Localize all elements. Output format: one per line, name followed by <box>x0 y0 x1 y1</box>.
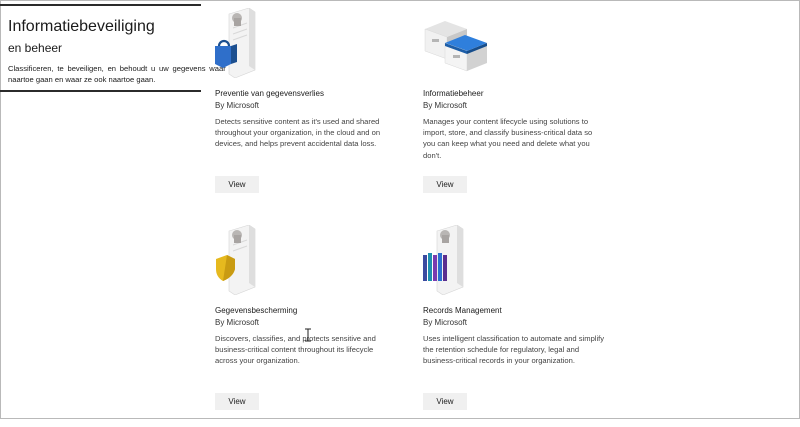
card-title[interactable]: Informatiebeheer <box>423 89 483 98</box>
card-publisher: By Microsoft <box>423 318 468 327</box>
card-records-management: Records Management By Microsoft Uses int… <box>423 217 613 427</box>
card-title[interactable]: Gegevensbescherming <box>215 306 297 315</box>
panel-title: Informatiebeveiliging <box>8 18 155 35</box>
card-publisher: By Microsoft <box>215 318 260 327</box>
view-button[interactable]: View <box>215 176 259 193</box>
card-data-loss-prevention: Preventie van gegevensverlies By Microso… <box>215 0 405 210</box>
document-binders-icon <box>423 225 464 295</box>
card-publisher: By Microsoft <box>215 101 260 110</box>
card-publisher: By Microsoft <box>423 101 468 110</box>
card-title[interactable]: Records Management <box>423 306 502 315</box>
text-cursor-icon <box>305 328 311 342</box>
view-button[interactable]: View <box>423 176 467 193</box>
archive-boxes-icon <box>424 21 487 72</box>
panel-bottom-rule <box>0 90 201 92</box>
card-title[interactable]: Preventie van gegevensverlies <box>215 89 324 98</box>
card-description: Uses intelligent classification to autom… <box>423 334 605 366</box>
card-description: Detects sensitive content as it's used a… <box>215 117 381 149</box>
view-button[interactable]: View <box>423 393 467 410</box>
card-data-protection: Gegevensbescherming By Microsoft Discove… <box>215 217 405 427</box>
panel-subtitle: en beheer <box>8 41 63 55</box>
view-button[interactable]: View <box>215 393 259 410</box>
document-shield-icon <box>216 225 256 295</box>
panel-description: Classificeren, te beveiligen, en behoudt… <box>8 64 246 84</box>
card-information-governance: Informatiebeheer By Microsoft Manages yo… <box>423 0 613 210</box>
info-panel: Informatiebeveiliging en beheer Classifi… <box>0 0 246 94</box>
document-lock-icon <box>215 8 256 78</box>
card-description: Manages your content lifecycle using sol… <box>423 117 593 160</box>
panel-top-rule <box>0 4 201 6</box>
